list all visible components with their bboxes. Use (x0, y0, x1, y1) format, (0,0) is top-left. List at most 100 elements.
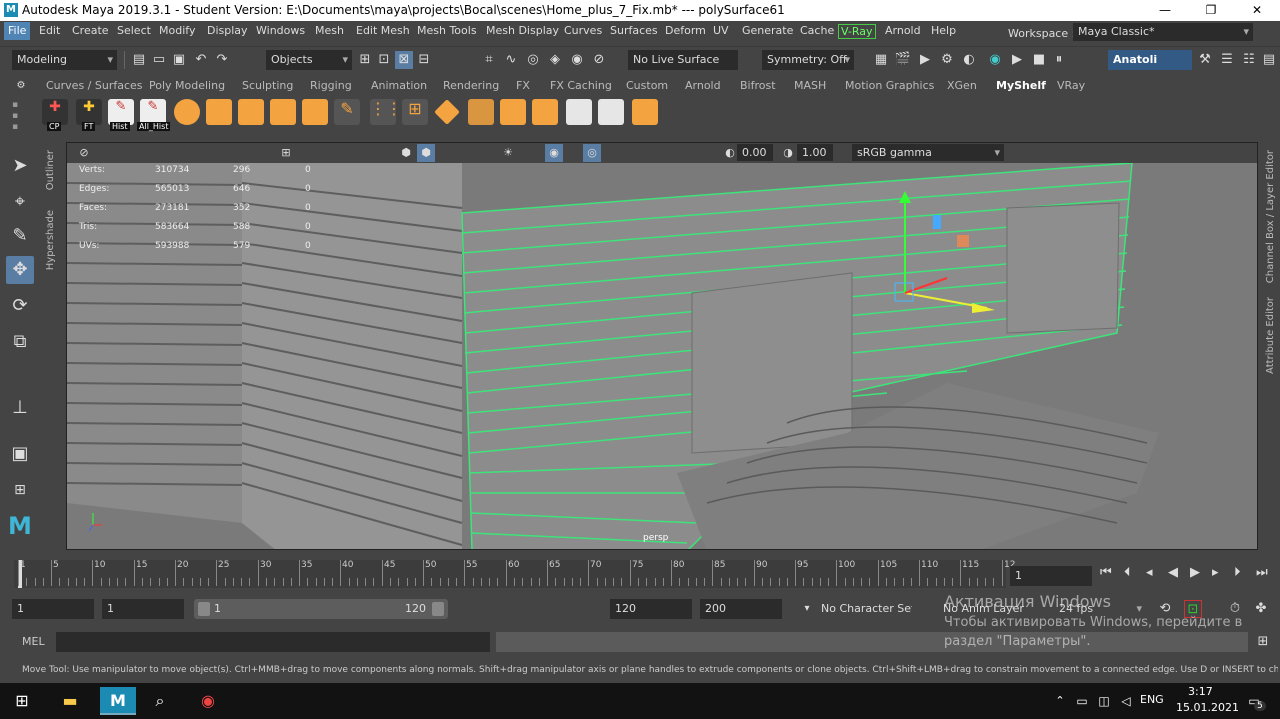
knife-tool-icon[interactable]: ✎ (334, 99, 360, 125)
playback-start-field[interactable]: 1 (102, 599, 184, 619)
fill-hole-icon[interactable] (632, 99, 658, 125)
shelf-tab-fx-caching[interactable]: FX Caching (550, 79, 612, 92)
render-view-icon[interactable]: ▦ (872, 51, 890, 69)
menu-modify[interactable]: Modify (159, 24, 195, 37)
menu-curves[interactable]: Curves (564, 24, 602, 37)
cube-icon[interactable] (238, 99, 264, 125)
symmetry-select[interactable]: Symmetry: Off (762, 50, 854, 70)
menuset-select[interactable]: Modeling (12, 50, 117, 70)
undo-icon[interactable]: ↶ (192, 51, 210, 69)
shelf-tab-curves-surfaces[interactable]: Curves / Surfaces (46, 79, 143, 92)
render-settings-icon[interactable]: ⚙ (938, 51, 956, 69)
shelf-tab-poly-modeling[interactable]: Poly Modeling (149, 79, 225, 92)
stack-icon[interactable] (468, 99, 494, 125)
separate-icon[interactable] (598, 99, 624, 125)
menu-create[interactable]: Create (72, 24, 109, 37)
menu-uv[interactable]: UV (713, 24, 729, 37)
end-time-field[interactable]: 200 (700, 599, 782, 619)
menu-surfaces[interactable]: Surfaces (610, 24, 658, 37)
component-select-icon[interactable]: ⊠ (395, 51, 413, 69)
shelf-tab-bifrost[interactable]: Bifrost (740, 79, 776, 92)
shelf-tab-sculpting[interactable]: Sculpting (242, 79, 293, 92)
new-scene-icon[interactable]: ▤ (130, 51, 148, 69)
script-editor-icon[interactable]: ⊞ (1254, 633, 1272, 651)
play-backward-icon[interactable]: ◀ (1168, 565, 1178, 580)
isolate-icon[interactable]: ◉ (545, 144, 563, 162)
menu-select[interactable]: Select (117, 24, 151, 37)
snap-surface-icon[interactable]: ◉ (568, 51, 586, 69)
channel-box-tab[interactable]: Channel Box / Layer Editor (1265, 150, 1276, 283)
menu-mesh[interactable]: Mesh (315, 24, 344, 37)
user-account-button[interactable]: Anatoli (1108, 50, 1192, 70)
rotate-tool-icon[interactable]: ⟳ (6, 292, 34, 320)
exposure-field[interactable]: 0.00 (737, 144, 773, 161)
menu-display[interactable]: Display (207, 24, 248, 37)
shelf-tab-motion-graphics[interactable]: Motion Graphics (845, 79, 934, 92)
render-frame-icon[interactable]: 🎬 (894, 51, 912, 69)
redo-icon[interactable]: ↷ (213, 51, 231, 69)
chrome-icon[interactable]: ◉ (194, 687, 222, 715)
gamma-icon[interactable]: ◑ (779, 144, 797, 162)
shelf-tab-xgen[interactable]: XGen (947, 79, 977, 92)
shelf-tab-rigging[interactable]: Rigging (310, 79, 352, 92)
snap-edge-icon[interactable]: ⊘ (590, 51, 608, 69)
shelf-tab-custom[interactable]: Custom (626, 79, 668, 92)
attribute-editor-toggle-icon[interactable]: ☰ (1218, 51, 1236, 69)
multi-cut-icon[interactable]: ⊞ (402, 99, 428, 125)
viewport[interactable]: ⊘ ⊞ ⬢ ⬢ ☀ ◉ ◎ ◐ 0.00 ◑ 1.00 sRGB gamma V… (66, 142, 1258, 550)
single-view-icon[interactable]: ▣ (6, 440, 34, 468)
go-to-end-icon[interactable]: ⏭ (1256, 565, 1268, 580)
minimize-button[interactable]: — (1142, 0, 1188, 21)
tool-settings-toggle-icon[interactable]: ☷ (1240, 51, 1258, 69)
extrude-icon[interactable] (302, 99, 328, 125)
bridge-icon[interactable] (532, 99, 558, 125)
xray-icon[interactable]: ◎ (583, 144, 601, 162)
ik-fk-icon[interactable]: ✤ (1252, 600, 1270, 618)
lights-icon[interactable]: ☀ (499, 144, 517, 162)
smooth-shade-icon[interactable]: ⬢ (417, 144, 435, 162)
combine-icon[interactable] (566, 99, 592, 125)
language-indicator[interactable]: ENG (1140, 693, 1164, 706)
hypershade-tab[interactable]: Hypershade (45, 210, 56, 270)
menu-file[interactable]: File (4, 22, 31, 40)
menu-arnold[interactable]: Arnold (885, 24, 921, 37)
axis-tool-icon[interactable]: ⊥ (6, 394, 34, 422)
wireframe-icon[interactable]: ⬢ (397, 144, 415, 162)
workspace-select[interactable]: Maya Classic* (1073, 23, 1253, 41)
windows-start-icon[interactable]: ⊞ (8, 687, 36, 715)
pause-icon[interactable]: ⏸ (1050, 51, 1068, 69)
range-bar[interactable]: 1 120 (194, 599, 448, 619)
select-tool-icon[interactable]: ➤ (6, 152, 34, 180)
vray-ipr-icon[interactable]: ▶ (1008, 51, 1026, 69)
shelf-side-arrows[interactable]: ▪ ▪ ▪ (12, 100, 28, 134)
select-camera-icon[interactable]: ⊘ (75, 144, 93, 162)
shelf-tab-animation[interactable]: Animation (371, 79, 427, 92)
snap-curve-icon[interactable]: ∿ (502, 51, 520, 69)
modeling-toolkit-icon[interactable]: ⚒ (1196, 51, 1214, 69)
four-view-icon[interactable]: ⊞ (6, 476, 34, 504)
menu-cache[interactable]: Cache (800, 24, 834, 37)
merge-icon[interactable] (500, 99, 526, 125)
vray-render-icon[interactable]: ◉ (986, 51, 1004, 69)
selection-mode-select[interactable]: Objects (266, 50, 352, 70)
live-surface-field[interactable]: No Live Surface (628, 50, 738, 70)
start-time-field[interactable]: 1 (12, 599, 94, 619)
select-lock-icon[interactable]: ⊟ (415, 51, 433, 69)
character-set-arrow-icon[interactable]: ▾ (798, 600, 816, 618)
shelf-tab-arnold[interactable]: Arnold (685, 79, 721, 92)
outliner-tab[interactable]: Outliner (45, 150, 56, 190)
current-frame-field[interactable]: 1 (1010, 566, 1092, 586)
file-explorer-icon[interactable]: ▬ (56, 687, 84, 715)
channel-box-toggle-icon[interactable]: ▤ (1260, 51, 1278, 69)
step-back-frame-icon[interactable]: ◂ (1146, 565, 1153, 580)
diamond-icon[interactable] (434, 99, 460, 125)
step-forward-key-icon[interactable]: ⏵ (1234, 565, 1241, 580)
menu-edit[interactable]: Edit (39, 24, 60, 37)
volume-icon[interactable]: ◁ (1112, 687, 1140, 715)
playback-end-field[interactable]: 120 (610, 599, 692, 619)
step-back-key-icon[interactable]: ⏴ (1124, 565, 1131, 580)
menu-generate[interactable]: Generate (742, 24, 793, 37)
grid-icon[interactable]: ⊞ (277, 144, 295, 162)
ipr-render-icon[interactable]: ▶ (916, 51, 934, 69)
clock-time[interactable]: 3:17 (1188, 685, 1213, 698)
